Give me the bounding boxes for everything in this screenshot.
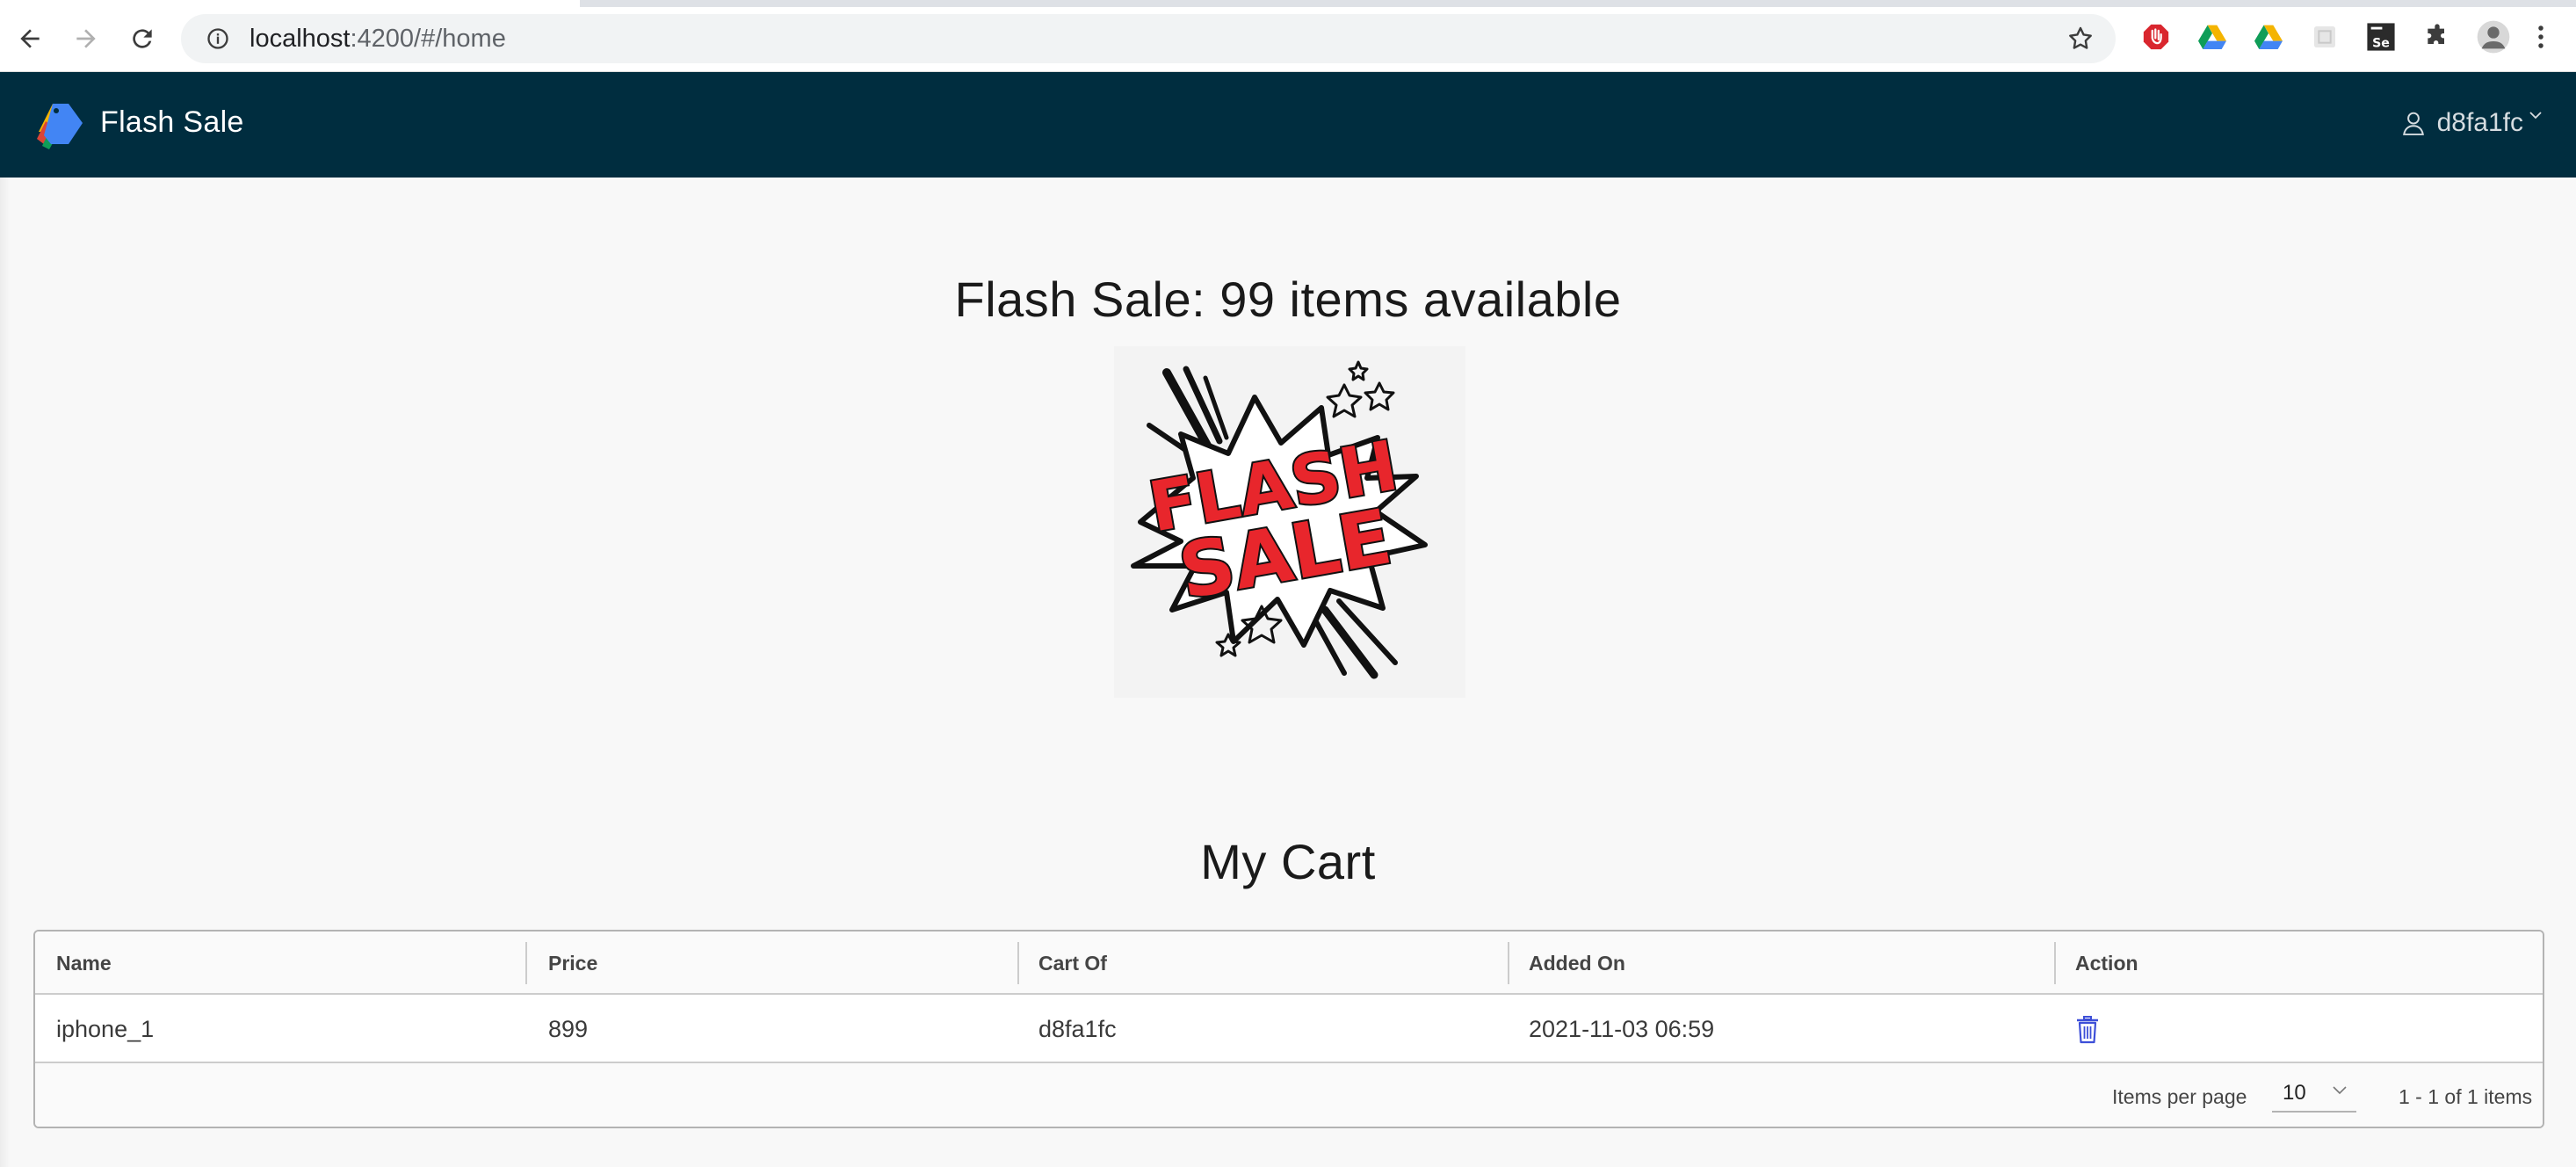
column-header-action[interactable]: Action [2054, 931, 2543, 995]
chevron-down-icon [2527, 106, 2544, 124]
profile-avatar-icon[interactable] [2476, 19, 2511, 54]
google-drive-icon-2[interactable] [2251, 19, 2286, 54]
user-icon [2399, 108, 2428, 138]
cell-name: iphone_1 [56, 1015, 155, 1042]
address-bar[interactable]: localhost:4200/#/home [181, 14, 2116, 63]
cell-price: 899 [548, 1015, 589, 1042]
extensions-puzzle-icon[interactable] [2420, 19, 2455, 54]
trash-icon [2077, 1016, 2098, 1044]
datagrid-header: Name Price Cart Of Added On Action [35, 931, 2543, 995]
cart-datagrid: Name Price Cart Of Added On Action iphon… [33, 930, 2544, 1128]
reload-button[interactable] [121, 18, 163, 60]
table-row: iphone_1 899 d8fa1fc 2021-11-03 06:59 [35, 995, 2543, 1063]
cell-added-on: 2021-11-03 06:59 [1529, 1015, 1715, 1042]
chevron-down-icon [2330, 1081, 2349, 1100]
extension-placeholder-icon[interactable] [2307, 19, 2342, 54]
pagination-summary: 1 - 1 of 1 items [2399, 1084, 2533, 1108]
username-label: d8fa1fc [2436, 108, 2523, 137]
page-size-select[interactable]: 10 [2272, 1076, 2356, 1113]
app-logo-icon[interactable] [33, 97, 86, 151]
sale-heading: Flash Sale: 99 items available [954, 272, 1622, 327]
site-info-icon[interactable] [199, 19, 237, 58]
app-title[interactable]: Flash Sale [100, 105, 244, 140]
flash-sale-image: FLASH SALE [1114, 346, 1465, 698]
user-menu[interactable]: d8fa1fc [2399, 104, 2544, 142]
arrow-left-icon [20, 29, 40, 48]
google-drive-icon[interactable] [2195, 19, 2230, 54]
column-header-added-on[interactable]: Added On [1508, 931, 2056, 995]
column-header-price[interactable]: Price [527, 931, 1019, 995]
tab-strip [0, 0, 2576, 7]
column-header-name[interactable]: Name [35, 931, 527, 995]
adblock-extension-icon[interactable] [2138, 19, 2174, 54]
cart-heading: My Cart [1200, 834, 1376, 889]
cell-cart-of: d8fa1fc [1038, 1015, 1117, 1042]
delete-item-button[interactable] [2072, 1012, 2103, 1047]
page-size-value: 10 [2283, 1081, 2306, 1105]
browser-toolbar: localhost:4200/#/home Se [0, 0, 2576, 72]
active-tab[interactable] [0, 0, 580, 7]
url-text[interactable]: localhost:4200/#/home [250, 25, 506, 54]
selenium-ide-icon[interactable]: Se [2363, 19, 2399, 54]
datagrid-footer: Items per page 10 1 - 1 of 1 items [35, 1063, 2543, 1127]
browser-menu-icon[interactable] [2530, 19, 2551, 54]
column-header-cart-of[interactable]: Cart Of [1017, 931, 1509, 995]
forward-button[interactable] [65, 18, 107, 60]
arrow-right-icon [76, 29, 96, 48]
svg-text:Se: Se [2372, 36, 2390, 50]
back-button[interactable] [9, 18, 51, 60]
bookmark-star-icon[interactable] [2061, 19, 2100, 58]
reload-icon [133, 29, 152, 48]
app-header: Flash Sale d8fa1fc [0, 72, 2576, 178]
items-per-page-label: Items per page [2112, 1084, 2247, 1108]
